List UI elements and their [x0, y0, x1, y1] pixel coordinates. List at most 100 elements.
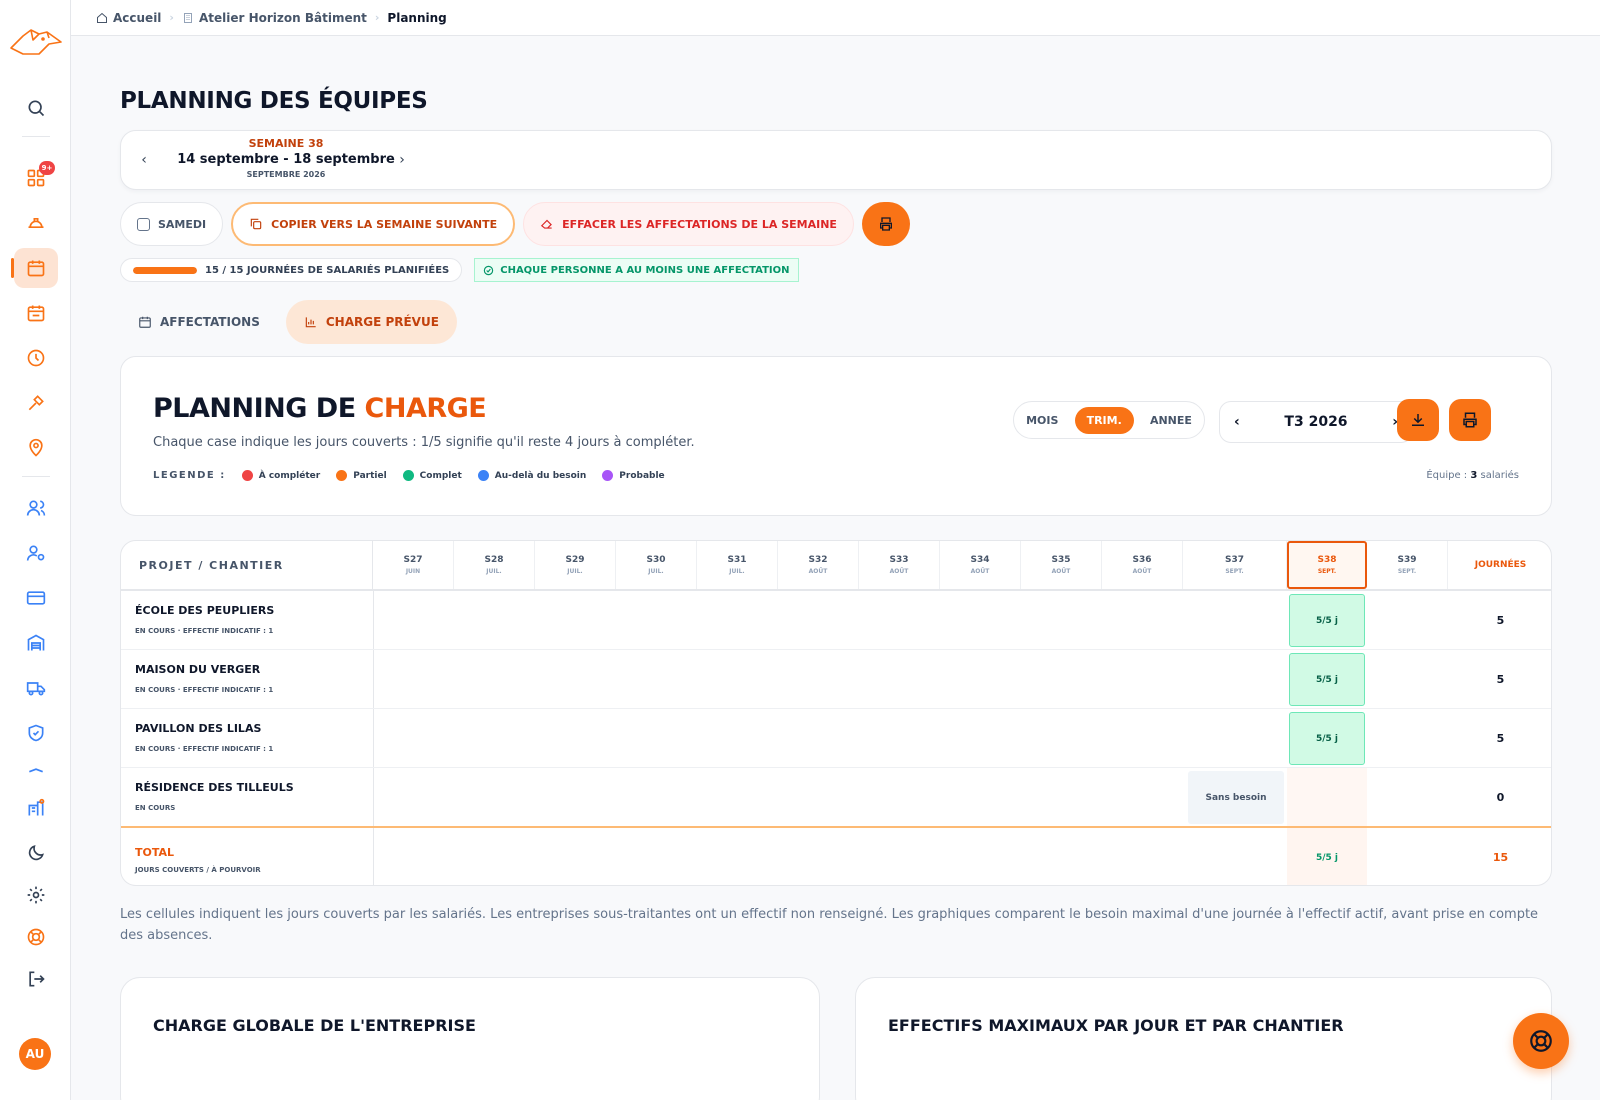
sidebar-divider	[22, 476, 50, 477]
dashboard-icon[interactable]: 9+	[14, 158, 58, 198]
map-pin-icon[interactable]	[14, 428, 58, 468]
building-lock-icon[interactable]	[14, 788, 58, 828]
period-label: T3 2026	[1284, 414, 1348, 430]
total-days: 15	[1492, 851, 1509, 864]
column-divider	[373, 768, 374, 826]
column-divider	[373, 709, 374, 767]
fox-logo[interactable]	[9, 26, 63, 62]
total-meta: JOURS COUVERTS / À POURVOIR	[135, 866, 261, 874]
chevron-right-icon: ›	[399, 152, 405, 168]
logout-icon[interactable]	[14, 959, 58, 999]
download-icon	[1412, 414, 1424, 426]
breadcrumb-current: Planning	[387, 11, 446, 25]
breadcrumb-company[interactable]: Atelier Horizon Bâtiment	[182, 11, 367, 25]
users-icon[interactable]	[14, 488, 58, 528]
coverage-cell[interactable]: 5/5 j	[1289, 712, 1365, 765]
breadcrumb-label: Accueil	[113, 10, 162, 25]
user-settings-icon[interactable]	[14, 533, 58, 573]
breadcrumb-home[interactable]: Accueil	[96, 11, 161, 25]
legend-dot	[336, 470, 348, 481]
coverage-cell[interactable]: 5/5 j	[1289, 653, 1365, 706]
shield-check-icon[interactable]	[14, 713, 58, 753]
project-name: RÉSIDENCE DES TILLEULS	[135, 781, 294, 794]
week-header-s35: S35 AOÛT	[1021, 541, 1102, 589]
week-month: AOÛT	[1132, 568, 1152, 575]
charge-title-main: PLANNING DE	[153, 393, 365, 424]
prev-week-button[interactable]: ‹	[133, 149, 155, 171]
week-code: S33	[889, 555, 909, 565]
project-meta: EN COURS	[135, 804, 176, 812]
erase-week-button[interactable]: EFFACER LES AFFECTATIONS DE LA SEMAINE	[523, 202, 854, 246]
truck-icon[interactable]	[14, 668, 58, 708]
lifebuoy-icon[interactable]	[14, 917, 58, 957]
row-total: 5	[1496, 614, 1505, 627]
legend-item: Probable	[602, 470, 665, 481]
prev-period-button[interactable]: ‹	[1234, 414, 1240, 430]
table-row[interactable]: PAVILLON DES LILAS EN COURS · EFFECTIF I…	[121, 709, 1551, 768]
row-total: 5	[1496, 673, 1505, 686]
week-header-s32: S32 AOÛT	[778, 541, 859, 589]
calendar-icon[interactable]	[11, 248, 58, 288]
download-button[interactable]	[1397, 399, 1439, 441]
chevron-right-icon: ›	[374, 11, 380, 24]
check-circle-icon	[484, 265, 494, 275]
view-mode-quarter[interactable]: TRIM.	[1074, 406, 1134, 434]
saturday-checkbox[interactable]	[137, 217, 150, 231]
planning-status: 15 / 15 JOURNÉES DE SALARIÉS PLANIFIÉES …	[120, 258, 799, 282]
week-month: JUIL.	[729, 568, 745, 575]
saturday-label: SAMEDI	[158, 217, 207, 231]
search-icon[interactable]	[14, 88, 58, 128]
week-month: JUIL.	[486, 568, 502, 575]
week-code: S34	[970, 555, 990, 565]
week-code: S39	[1397, 555, 1417, 565]
week-number: SEMAINE 38	[248, 137, 324, 150]
saturday-toggle[interactable]: SAMEDI	[120, 202, 224, 246]
helmet-icon[interactable]	[14, 203, 58, 243]
legend-dot	[241, 470, 253, 481]
legend-item: À compléter	[241, 470, 320, 481]
next-week-button[interactable]: ›	[391, 149, 413, 171]
tab-charge-prevue[interactable]: CHARGE PRÉVUE	[285, 300, 457, 344]
copy-week-button[interactable]: COPIER VERS LA SEMAINE SUIVANTE	[231, 202, 516, 246]
week-code: S32	[808, 555, 828, 565]
legend-dot	[477, 470, 489, 481]
legend-label: Complet	[419, 470, 462, 481]
gear-icon[interactable]	[14, 875, 58, 915]
print-charge-button[interactable]	[1449, 399, 1491, 441]
help-button[interactable]	[1513, 1013, 1569, 1069]
week-code: S31	[727, 555, 747, 565]
print-week-button[interactable]	[861, 202, 910, 246]
current-week-empty-cell[interactable]	[1287, 768, 1367, 827]
week-month: JUIL.	[648, 568, 664, 575]
sidebar: 9+ AU	[0, 0, 71, 1100]
view-mode-month[interactable]: MOIS	[1026, 414, 1058, 427]
week-header-s29: S29 JUIL.	[535, 541, 616, 589]
legend-label: Au-delà du besoin	[494, 470, 587, 481]
table-row[interactable]: RÉSIDENCE DES TILLEULS EN COURS Sans bes…	[121, 768, 1551, 827]
avatar[interactable]: AU	[19, 1038, 51, 1070]
week-month: AOÛT	[808, 568, 828, 575]
printer-icon	[1463, 412, 1477, 428]
charge-grid: PROJET / CHANTIER S27 JUIN S28 JUIL. S29 JU…	[120, 540, 1552, 886]
legend-item: Partiel	[336, 470, 387, 481]
total-row: TOTAL JOURS COUVERTS / À POURVOIR 5/5 j …	[121, 826, 1551, 885]
table-row[interactable]: MAISON DU VERGER EN COURS · EFFECTIF IND…	[121, 650, 1551, 709]
clock-icon[interactable]	[14, 338, 58, 378]
legend-item: Complet	[402, 470, 462, 481]
week-label: SEMAINE 38 14 septembre - 18 septembre S…	[171, 137, 401, 179]
calendar-check-icon[interactable]	[14, 293, 58, 333]
chart-line-icon[interactable]	[14, 750, 58, 790]
planned-days-progress-fill	[133, 266, 197, 274]
global-charge-card: CHARGE GLOBALE DE L'ENTREPRISE	[120, 977, 820, 1100]
tab-affectations[interactable]: AFFECTATIONS	[120, 300, 278, 344]
team-prefix: Équipe :	[1426, 470, 1471, 481]
credit-card-icon[interactable]	[14, 578, 58, 618]
view-mode-year[interactable]: ANNEE	[1150, 414, 1192, 427]
no-need-cell[interactable]: Sans besoin	[1188, 771, 1284, 824]
week-month: AOÛT	[889, 568, 909, 575]
warehouse-icon[interactable]	[14, 623, 58, 663]
table-row[interactable]: ÉCOLE DES PEUPLIERS EN COURS · EFFECTIF …	[121, 591, 1551, 650]
moon-icon[interactable]	[14, 833, 58, 873]
coverage-cell[interactable]: 5/5 j	[1289, 594, 1365, 647]
tools-icon[interactable]	[14, 383, 58, 423]
